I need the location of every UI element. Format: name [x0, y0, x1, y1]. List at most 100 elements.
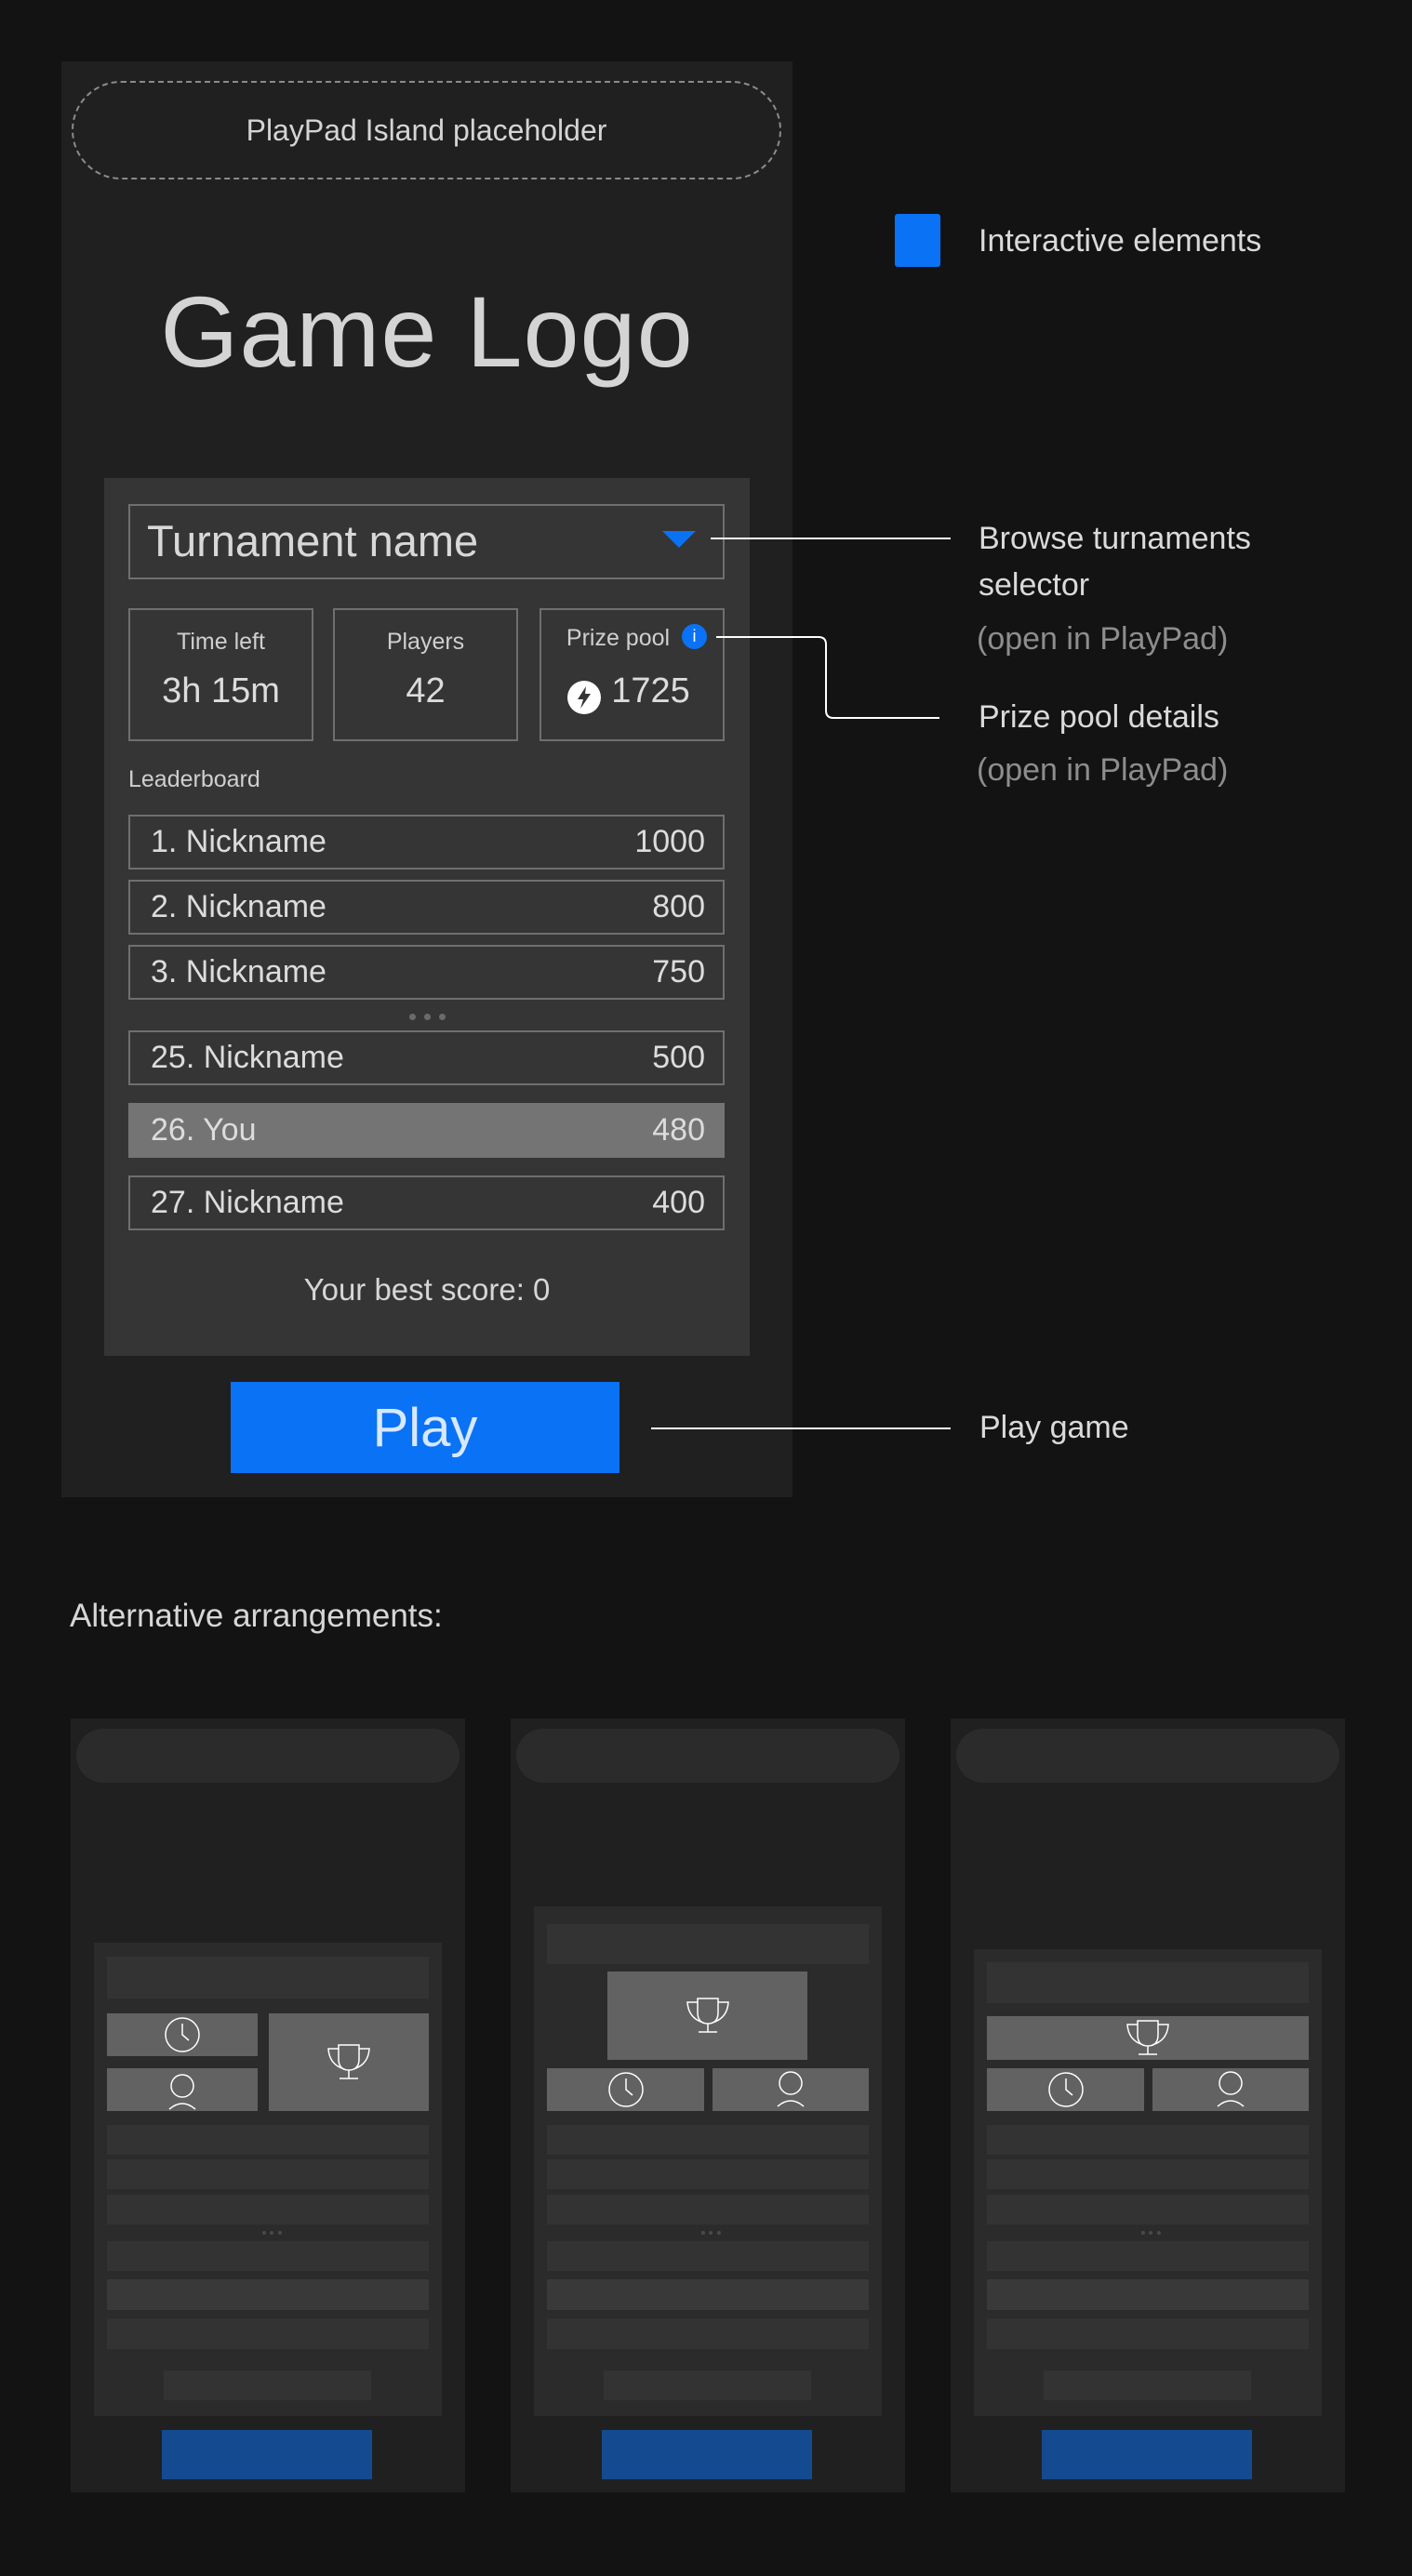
alt-row	[107, 2195, 429, 2224]
play-button[interactable]: Play	[231, 1382, 619, 1473]
tournament-name: Turnament name	[147, 516, 479, 565]
alt-arrangement-1	[71, 1719, 465, 2492]
alt-selector	[547, 1924, 869, 1964]
alt-best-score	[604, 2370, 811, 2400]
alt-selector	[107, 1957, 429, 1998]
alt-row	[107, 2318, 429, 2349]
ellipsis-dot	[439, 1014, 446, 1020]
alt-players-tile	[713, 2068, 869, 2111]
caret-down-icon[interactable]	[662, 531, 696, 548]
bolt-coin-icon	[567, 681, 601, 714]
row-score: 480	[652, 1112, 705, 1148]
stat-label: Time left	[177, 629, 265, 655]
row-name: 27. Nickname	[151, 1185, 344, 1220]
alt-row	[107, 2159, 429, 2189]
leaderboard-row: 3. Nickname 750	[128, 945, 725, 1000]
row-name: 25. Nickname	[151, 1040, 344, 1075]
island-placeholder	[76, 1729, 460, 1783]
ellipsis-dot	[717, 2231, 721, 2235]
info-icon[interactable]: i	[682, 624, 707, 649]
ellipsis-dot	[1149, 2231, 1152, 2235]
annotation-play-title: Play game	[979, 1410, 1129, 1445]
alt-time-tile	[107, 2013, 258, 2056]
ellipsis-dot	[270, 2231, 273, 2235]
annotation-prize-sub: (open in PlayPad)	[977, 752, 1229, 788]
alt-prize-tile	[269, 2013, 429, 2111]
alt-players-tile	[1152, 2068, 1309, 2111]
ellipsis-dot	[1141, 2231, 1145, 2235]
alt-row-you	[107, 2279, 429, 2310]
alt-row	[987, 2125, 1309, 2155]
leaderboard-row: 1. Nickname 1000	[128, 815, 725, 870]
stat-players: Players 42	[333, 608, 518, 741]
alt-selector	[987, 1962, 1309, 2003]
connector-line-play	[651, 1427, 951, 1429]
clock-icon	[165, 2017, 200, 2052]
leaderboard-row: 27. Nickname 400	[128, 1175, 725, 1230]
leaderboard-row: 2. Nickname 800	[128, 880, 725, 935]
alt-time-tile	[547, 2068, 704, 2111]
legend-swatch	[895, 214, 940, 267]
alt-row	[547, 2159, 869, 2189]
ellipsis-dot	[262, 2231, 266, 2235]
annotation-selector-title: Browse turnaments	[979, 521, 1251, 556]
alt-play-button	[602, 2430, 812, 2479]
alt-row-you	[547, 2279, 869, 2310]
alt-prize-tile	[987, 2016, 1309, 2060]
user-icon	[168, 2074, 196, 2110]
connector-line-prize	[716, 636, 939, 719]
alt-row	[987, 2241, 1309, 2271]
island-label: PlayPad Island placeholder	[246, 113, 607, 147]
row-name: 3. Nickname	[151, 954, 326, 989]
annotation-selector-sub: (open in PlayPad)	[977, 621, 1229, 657]
user-icon	[1217, 2071, 1245, 2107]
alt-prize-tile	[607, 1972, 807, 2060]
alt-row	[987, 2159, 1309, 2189]
alt-row-you	[987, 2279, 1309, 2310]
island-placeholder	[956, 1729, 1339, 1783]
user-icon	[777, 2071, 805, 2107]
trophy-icon	[686, 1997, 729, 2033]
row-score: 1000	[634, 824, 705, 859]
alt-row	[547, 2195, 869, 2224]
ellipsis-dot	[278, 2231, 282, 2235]
stat-time-left: Time left 3h 15m	[128, 608, 313, 741]
alt-row	[107, 2241, 429, 2271]
alt-best-score	[164, 2370, 371, 2400]
alt-players-tile	[107, 2068, 258, 2111]
alt-best-score	[1044, 2370, 1251, 2400]
stat-value: 3h 15m	[162, 671, 280, 710]
trophy-icon	[1126, 2019, 1169, 2055]
annotation-prize-title: Prize pool details	[979, 699, 1219, 735]
alt-time-tile	[987, 2068, 1144, 2111]
leaderboard-row-you: 26. You 480	[128, 1103, 725, 1158]
alt-row	[987, 2318, 1309, 2349]
ellipsis-dot	[701, 2231, 705, 2235]
row-score: 400	[652, 1185, 705, 1220]
island-placeholder	[516, 1729, 899, 1783]
stat-label: Players	[386, 629, 465, 655]
ellipsis-dot	[409, 1014, 416, 1020]
stat-value: 42	[406, 671, 446, 710]
alt-row	[107, 2125, 429, 2155]
alt-row	[547, 2241, 869, 2271]
best-score: Your best score: 0	[303, 1272, 551, 1307]
alt-play-button	[162, 2430, 372, 2479]
ellipsis-dot	[709, 2231, 713, 2235]
play-label: Play	[372, 1397, 478, 1458]
alt-row	[987, 2195, 1309, 2224]
ellipsis-dot	[1157, 2231, 1161, 2235]
playpad-island-placeholder: PlayPad Island placeholder	[72, 81, 781, 179]
ellipsis-dot	[424, 1014, 431, 1020]
row-name: 1. Nickname	[151, 824, 326, 859]
alt-arrangement-2	[511, 1719, 905, 2492]
leaderboard-label: Leaderboard	[128, 766, 260, 792]
clock-icon	[607, 2072, 644, 2107]
alt-row	[547, 2125, 869, 2155]
connector-line-selector	[711, 538, 951, 539]
alternatives-title: Alternative arrangements:	[70, 1598, 443, 1634]
alt-row	[547, 2318, 869, 2349]
row-score: 500	[652, 1040, 705, 1075]
leaderboard-row: 25. Nickname 500	[128, 1030, 725, 1085]
row-score: 800	[652, 889, 705, 924]
